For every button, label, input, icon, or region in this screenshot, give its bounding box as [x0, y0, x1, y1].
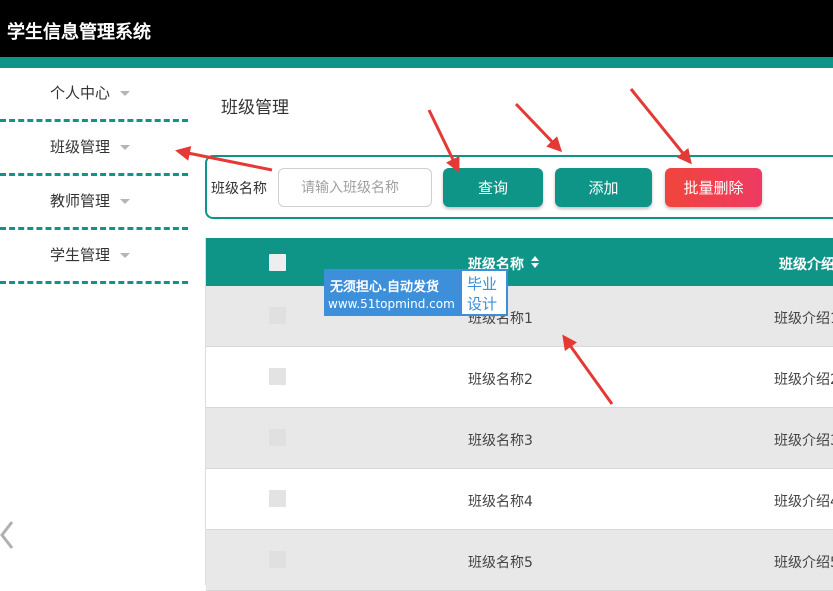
class-table: 班级名称 班级介绍 班级名称1 班级介绍1 班级名称2 班级介绍2 班级名称3 …	[205, 238, 833, 591]
add-button[interactable]: 添加	[555, 168, 652, 207]
caret-down-icon	[120, 199, 130, 204]
cell-class-intro: 班级介绍5	[774, 555, 833, 571]
top-bar: 学生信息管理系统	[0, 0, 833, 57]
watermark-url: www.51topmind.com	[328, 297, 455, 311]
sidebar: 个人中心 班级管理 教师管理 学生管理	[0, 68, 190, 585]
watermark-right-panel: 毕业 设计	[460, 269, 508, 316]
cell-class-intro: 班级介绍2	[774, 372, 833, 388]
watermark-text: 设计	[467, 295, 498, 313]
watermark-badge: 无须担心.自动发货 www.51topmind.com 毕业 设计	[324, 269, 508, 316]
table-row[interactable]: 班级名称2 班级介绍2	[206, 347, 833, 408]
app-title: 学生信息管理系统	[7, 22, 151, 43]
batch-delete-button[interactable]: 批量删除	[665, 168, 762, 207]
watermark-text: 毕业	[467, 275, 498, 293]
cell-class-name: 班级名称2	[468, 372, 533, 388]
sidebar-item-label: 班级管理	[50, 138, 111, 156]
cell-class-intro: 班级介绍1	[774, 311, 833, 327]
sidebar-item-personal-center[interactable]: 个人中心	[0, 68, 188, 122]
table-row[interactable]: 班级名称3 班级介绍3	[206, 408, 833, 469]
row-checkbox[interactable]	[269, 429, 286, 446]
watermark-left-panel: 无须担心.自动发货 www.51topmind.com	[324, 269, 460, 316]
row-checkbox[interactable]	[269, 307, 286, 324]
table-row[interactable]: 班级名称5 班级介绍5	[206, 530, 833, 591]
annotation-arrow	[629, 88, 692, 165]
annotation-arrow	[514, 102, 563, 153]
cell-class-name: 班级名称3	[468, 433, 533, 449]
chevron-left-icon[interactable]	[0, 520, 16, 550]
table-row[interactable]: 班级名称1 班级介绍1	[206, 286, 833, 347]
search-label: 班级名称	[211, 181, 267, 197]
select-all-checkbox[interactable]	[269, 254, 286, 271]
class-name-search-input[interactable]	[278, 168, 432, 207]
sidebar-item-label: 学生管理	[50, 246, 111, 264]
sort-icon[interactable]	[531, 256, 539, 268]
sidebar-item-teacher-management[interactable]: 教师管理	[0, 176, 188, 230]
sidebar-item-label: 教师管理	[50, 192, 111, 210]
cell-class-intro: 班级介绍3	[774, 433, 833, 449]
row-checkbox[interactable]	[269, 551, 286, 568]
sidebar-item-label: 个人中心	[50, 84, 111, 102]
table-row[interactable]: 班级名称4 班级介绍4	[206, 469, 833, 530]
watermark-text: 无须担心.自动发货	[330, 280, 439, 295]
row-checkbox[interactable]	[269, 490, 286, 507]
cell-class-intro: 班级介绍4	[774, 494, 833, 510]
table-header: 班级名称 班级介绍	[206, 238, 833, 286]
caret-down-icon	[120, 91, 130, 96]
caret-down-icon	[120, 145, 130, 150]
page-title: 班级管理	[221, 98, 289, 118]
caret-down-icon	[120, 253, 130, 258]
column-header-class-intro: 班级介绍	[779, 257, 833, 273]
cell-class-name: 班级名称4	[468, 494, 533, 510]
accent-strip	[0, 57, 833, 68]
sidebar-item-class-management[interactable]: 班级管理	[0, 122, 188, 176]
sidebar-item-student-management[interactable]: 学生管理	[0, 230, 188, 284]
row-checkbox[interactable]	[269, 368, 286, 385]
cell-class-name: 班级名称5	[468, 555, 533, 571]
query-button[interactable]: 查询	[443, 168, 543, 207]
